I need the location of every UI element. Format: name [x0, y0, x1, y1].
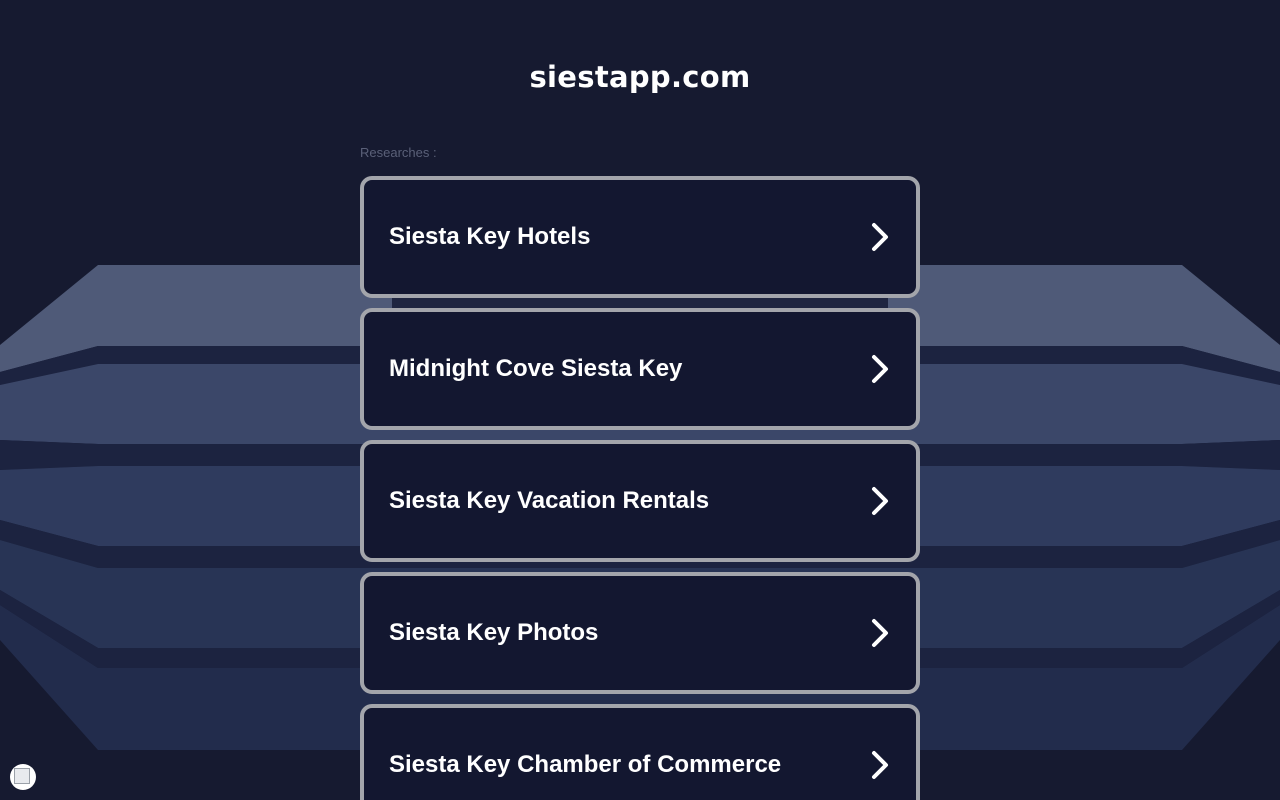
result-label: Siesta Key Chamber of Commerce — [389, 751, 782, 778]
chevron-right-icon — [872, 619, 888, 647]
page: siestapp.com Researches : Siesta Key Hot… — [0, 0, 1280, 800]
result-link[interactable]: Siesta Key Hotels — [360, 176, 920, 298]
result-label: Siesta Key Photos — [389, 619, 599, 646]
chevron-right-icon — [872, 355, 888, 383]
site-title: siestapp.com — [529, 60, 751, 94]
chevron-right-icon — [872, 751, 888, 779]
chevron-right-icon — [872, 223, 888, 251]
result-link[interactable]: Siesta Key Photos — [360, 572, 920, 694]
chevron-right-icon — [872, 487, 888, 515]
result-label: Siesta Key Hotels — [389, 223, 591, 250]
broken-image-badge[interactable] — [10, 764, 36, 790]
section-label: Researches : — [360, 145, 437, 160]
result-label: Midnight Cove Siesta Key — [389, 355, 683, 382]
broken-image-icon — [14, 768, 30, 784]
result-link[interactable]: Siesta Key Vacation Rentals — [360, 440, 920, 562]
result-link[interactable]: Midnight Cove Siesta Key — [360, 308, 920, 430]
results-list: Siesta Key Hotels Midnight Cove Siesta K… — [360, 176, 920, 800]
result-link[interactable]: Siesta Key Chamber of Commerce — [360, 704, 920, 800]
result-label: Siesta Key Vacation Rentals — [389, 487, 710, 514]
